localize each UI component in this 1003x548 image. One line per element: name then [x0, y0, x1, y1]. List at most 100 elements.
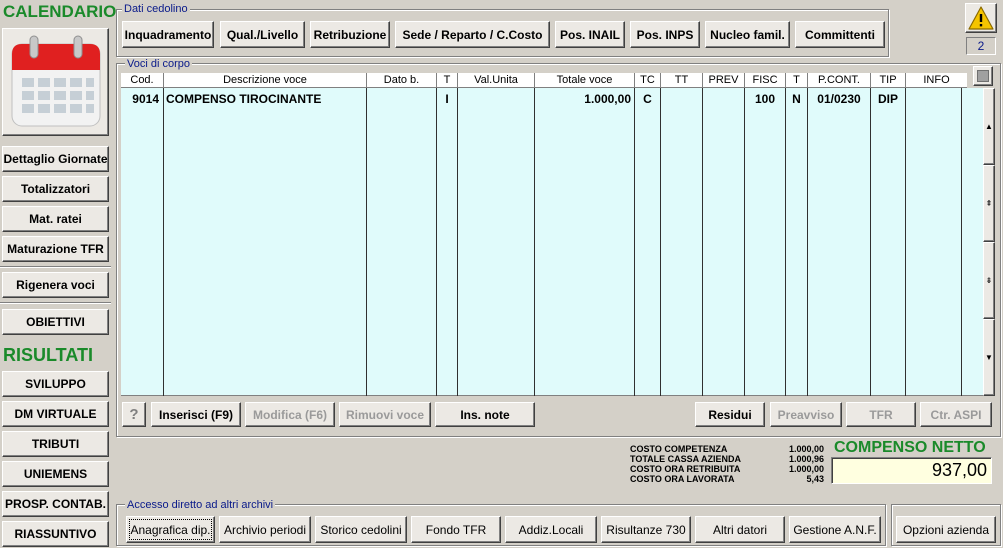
fondo-tfr-button[interactable]: Fondo TFR — [411, 516, 501, 543]
col-header[interactable]: Totale voce — [535, 73, 635, 88]
grid-divider — [163, 88, 164, 396]
addiz-locali-button[interactable]: Addiz.Locali — [505, 516, 597, 543]
anagrafica-dip-button[interactable]: Anagrafica dip. — [126, 516, 215, 543]
costo-ora-retribuita-label: COSTO ORA RETRIBUITA — [630, 464, 741, 474]
opzioni-azienda-button[interactable]: Opzioni azienda — [896, 516, 996, 543]
col-header[interactable]: PREV — [703, 73, 745, 88]
cell-fisc: 100 — [754, 92, 775, 106]
compenso-netto-label: COMPENSO NETTO — [834, 439, 986, 456]
warning-button[interactable] — [965, 3, 997, 33]
maturazione-tfr-button[interactable]: Maturazione TFR — [2, 236, 109, 262]
voci-grid[interactable]: 9014 COMPENSO TIROCINANTE I 1.000,00 C 1… — [121, 88, 983, 396]
risultanze-730-button[interactable]: Risultanze 730 — [601, 516, 691, 543]
rigenera-voci-button[interactable]: Rigenera voci — [2, 272, 109, 298]
risultati-title: RISULTATI — [3, 345, 93, 365]
inserisci-button[interactable]: Inserisci (F9) — [151, 402, 241, 427]
totalizzatori-button[interactable]: Totalizzatori — [2, 176, 109, 202]
calendar-icon — [11, 35, 100, 127]
col-header[interactable]: Val.Unita — [458, 73, 535, 88]
costo-ora-lavorata-value: 5,43 — [806, 474, 824, 484]
altri-datori-button[interactable]: Altri datori — [695, 516, 785, 543]
col-header[interactable]: P.CONT. — [808, 73, 871, 88]
help-button[interactable]: ? — [122, 402, 146, 427]
sidebar-separator — [0, 302, 111, 304]
gestione-anf-button[interactable]: Gestione A.N.F. — [789, 516, 881, 543]
col-header[interactable]: T — [786, 73, 808, 88]
cell-dato-b — [369, 92, 433, 106]
costo-ora-retribuita-value: 1.000,00 — [788, 464, 824, 474]
cell-descrizione: COMPENSO TIROCINANTE — [166, 92, 322, 106]
accesso-diretto-label: Accesso diretto ad altri archivi — [125, 499, 276, 511]
cell-cod: 9014 — [132, 92, 159, 106]
cell-pcont: 01/0230 — [817, 92, 861, 106]
grid-divider — [702, 88, 703, 396]
nucleo-famil-button[interactable]: Nucleo famil. — [705, 21, 790, 48]
costo-ora-lavorata-row: COSTO ORA LAVORATA 5,43 — [630, 474, 824, 484]
pos-inail-button[interactable]: Pos. INAIL — [555, 21, 625, 48]
mat-ratei-button[interactable]: Mat. ratei — [2, 206, 109, 232]
riassuntivo-button[interactable]: RIASSUNTIVO — [2, 521, 109, 547]
scroll-top-button[interactable]: ▲ — [983, 88, 995, 165]
totale-cassa-value: 1.000,96 — [788, 454, 824, 464]
ins-note-button[interactable]: Ins. note — [435, 402, 535, 427]
col-header[interactable]: TC — [635, 73, 661, 88]
sviluppo-button[interactable]: SVILUPPO — [2, 371, 109, 397]
pos-inps-button[interactable]: Pos. INPS — [630, 21, 700, 48]
grid-divider — [457, 88, 458, 396]
grid-divider — [366, 88, 367, 396]
col-header[interactable]: Dato b. — [367, 73, 437, 88]
grid-divider — [634, 88, 635, 396]
grid-divider — [807, 88, 808, 396]
storico-cedolini-button[interactable]: Storico cedolini — [315, 516, 407, 543]
cell-info — [906, 92, 961, 106]
warning-count: 2 — [966, 37, 996, 55]
vertical-scrollbar[interactable]: ▲ ⇞ ⇟ ▼ — [983, 88, 995, 396]
dettaglio-giornate-button[interactable]: Dettaglio Giornate — [2, 146, 109, 172]
cell-t2: N — [792, 92, 801, 106]
qual-livello-button[interactable]: Qual./Livello — [220, 21, 305, 48]
sede-reparto-button[interactable]: Sede / Reparto / C.Costo — [395, 21, 550, 48]
col-header[interactable]: TIP — [871, 73, 906, 88]
ctr-aspi-button[interactable]: Ctr. ASPI — [920, 402, 992, 427]
tfr-button[interactable]: TFR — [846, 402, 916, 427]
totale-cassa-row: TOTALE CASSA AZIENDA 1.000,96 — [630, 454, 824, 464]
grid-divider — [534, 88, 535, 396]
col-header[interactable]: T — [437, 73, 458, 88]
scroll-down-button[interactable]: ⇟ — [983, 242, 995, 319]
inquadramento-button[interactable]: Inquadramento — [122, 21, 214, 48]
retribuzione-button[interactable]: Retribuzione — [310, 21, 390, 48]
dm-virtuale-button[interactable]: DM VIRTUALE — [2, 401, 109, 427]
modifica-button[interactable]: Modifica (F6) — [245, 402, 335, 427]
col-header[interactable]: Cod. — [121, 73, 164, 88]
residui-button[interactable]: Residui — [695, 402, 765, 427]
cell-val-unita — [459, 92, 533, 106]
col-header[interactable]: TT — [661, 73, 703, 88]
grid-corner-button[interactable] — [973, 66, 993, 86]
grid-divider — [744, 88, 745, 396]
prosp-contab-button[interactable]: PROSP. CONTAB. — [2, 491, 109, 517]
scroll-up-button[interactable]: ⇞ — [983, 165, 995, 242]
costo-competenza-label: COSTO COMPETENZA — [630, 444, 728, 454]
uniemens-button[interactable]: UNIEMENS — [2, 461, 109, 487]
obiettivi-button[interactable]: OBIETTIVI — [2, 309, 109, 335]
cell-prev — [703, 92, 744, 106]
cell-t: I — [445, 92, 449, 106]
costo-competenza-row: COSTO COMPETENZA 1.000,00 — [630, 444, 824, 454]
calendar-button[interactable] — [2, 28, 109, 136]
col-header[interactable]: INFO — [906, 73, 967, 88]
scroll-bottom-button[interactable]: ▼ — [983, 319, 995, 396]
col-header[interactable]: Descrizione voce — [164, 73, 367, 88]
calendario-title: CALENDARIO — [3, 2, 117, 21]
warning-icon — [968, 6, 994, 30]
dati-cedolino-label: Dati cedolino — [122, 3, 190, 15]
cell-totale: 1.000,00 — [584, 92, 631, 106]
cell-tc: C — [643, 92, 652, 106]
col-header[interactable]: FISC — [745, 73, 786, 88]
preavviso-button[interactable]: Preavviso — [770, 402, 842, 427]
tributi-button[interactable]: TRIBUTI — [2, 431, 109, 457]
compenso-netto-value: 937,00 — [831, 457, 992, 484]
committenti-button[interactable]: Committenti — [795, 21, 885, 48]
rimuovi-voce-button[interactable]: Rimuovi voce — [339, 402, 431, 427]
archivio-periodi-button[interactable]: Archivio periodi — [219, 516, 311, 543]
grid-divider — [905, 88, 906, 396]
